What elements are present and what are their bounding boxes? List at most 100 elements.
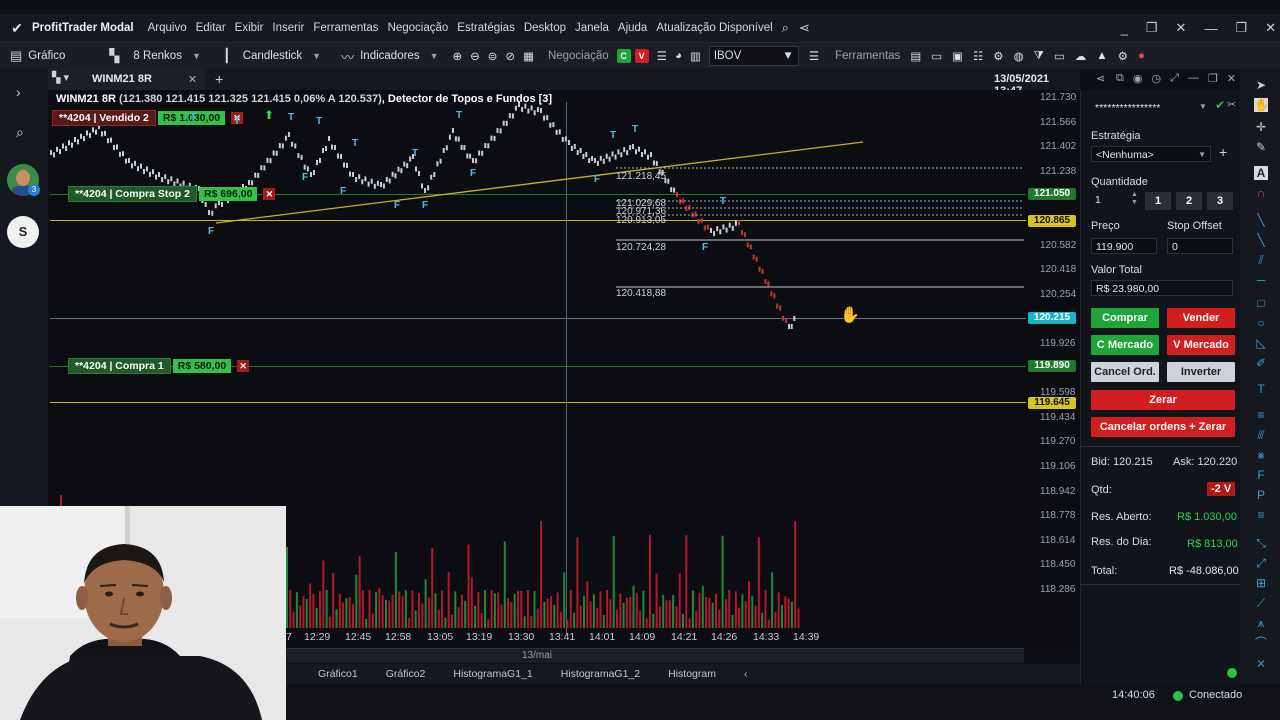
popout-icon[interactable]: ⧉ bbox=[1116, 72, 1124, 85]
fibo-projection-icon[interactable]: P bbox=[1254, 488, 1268, 502]
stepper-icon[interactable]: ▲ ▼ bbox=[1131, 191, 1138, 207]
fibo-extension-icon[interactable]: F bbox=[1254, 468, 1268, 482]
menu-janela[interactable]: Janela bbox=[575, 22, 609, 34]
fibo-fan-icon[interactable]: ⫻ bbox=[1254, 428, 1268, 442]
s-button[interactable]: S bbox=[7, 216, 39, 248]
range-icon[interactable]: ⤢ bbox=[1254, 556, 1268, 570]
menu-desktop[interactable]: Desktop bbox=[524, 22, 566, 34]
cancel-ord-button[interactable]: Cancel Ord. bbox=[1091, 362, 1159, 382]
zerar-button[interactable]: Zerar bbox=[1091, 390, 1235, 410]
price-input[interactable]: 119.900 bbox=[1091, 238, 1157, 254]
measure-icon[interactable]: ⤡ bbox=[1254, 536, 1268, 550]
expand-tab-icon[interactable]: ⤢ bbox=[1170, 72, 1179, 85]
vender-button[interactable]: Vender bbox=[1167, 308, 1235, 328]
triangle-tool-icon[interactable]: ◺ bbox=[1254, 336, 1268, 350]
order-compra-stop-2-close-icon[interactable]: ✕ bbox=[263, 188, 276, 200]
qty-preset-2[interactable]: 2 bbox=[1176, 192, 1202, 210]
close-tab-icon[interactable]: ✕ bbox=[1227, 72, 1236, 85]
table-icon[interactable]: ▤ bbox=[910, 49, 921, 63]
search-icon[interactable]: ⌕ bbox=[782, 20, 789, 36]
tab-winm21[interactable]: WINM21 8R ✕ bbox=[48, 68, 206, 90]
minimize-tab-icon[interactable]: — bbox=[1188, 72, 1199, 85]
list-icon[interactable]: ☰ bbox=[657, 49, 667, 63]
restore-inner-icon[interactable]: ❐ bbox=[1146, 20, 1158, 36]
menu-editar[interactable]: Editar bbox=[196, 22, 226, 34]
tab-histograma-3[interactable]: Histogram bbox=[668, 668, 716, 680]
restore-icon[interactable]: ❐ bbox=[1235, 20, 1247, 36]
pie-icon[interactable]: ◕ bbox=[675, 50, 682, 62]
tab-grafico2[interactable]: Gráfico2 bbox=[386, 668, 426, 680]
globe-icon[interactable]: ◍ bbox=[1014, 49, 1024, 63]
grid-icon[interactable]: ▦ bbox=[523, 49, 534, 63]
order-vendido-2[interactable]: **4204 | Vendido 2 R$ 1.030,00 ✕ bbox=[52, 110, 244, 126]
line-tool-icon[interactable]: ╲ bbox=[1254, 213, 1268, 227]
ladder-icon[interactable]: ☷ bbox=[973, 49, 983, 63]
qty-preset-3[interactable]: 3 bbox=[1207, 192, 1233, 210]
pen-icon[interactable]: ✎ bbox=[1254, 140, 1268, 154]
gann-icon[interactable]: ⨯ bbox=[1254, 656, 1268, 670]
graduation-icon[interactable]: ▲ bbox=[1096, 50, 1107, 62]
inverter-button[interactable]: Inverter bbox=[1167, 362, 1235, 382]
text-tool-icon[interactable]: A bbox=[1254, 166, 1268, 180]
cloud-icon[interactable]: ☁ bbox=[1075, 49, 1087, 63]
zoom-fit-icon[interactable]: ⊜ bbox=[488, 49, 498, 63]
zoom-in-icon[interactable]: ⊕ bbox=[453, 49, 463, 63]
pitchfork-icon[interactable]: ⩚ bbox=[1254, 616, 1268, 630]
menu-arquivo[interactable]: Arquivo bbox=[148, 22, 187, 34]
qty-preset-1[interactable]: 1 bbox=[1145, 192, 1171, 210]
filter-icon[interactable]: ⧩ bbox=[1034, 50, 1044, 63]
minimize-icon[interactable]: — bbox=[1204, 21, 1217, 36]
andrews-icon[interactable]: ≡ bbox=[1254, 508, 1268, 522]
order-compra-1-close-icon[interactable]: ✕ bbox=[237, 360, 250, 372]
menu-exibir[interactable]: Exibir bbox=[235, 22, 264, 34]
restore-tab-icon[interactable]: ❐ bbox=[1208, 72, 1218, 85]
settings-alt-icon[interactable]: ⚙ bbox=[993, 49, 1003, 63]
crosshair-icon[interactable]: ✛ bbox=[1254, 120, 1268, 134]
grafico-button[interactable]: ▤ Gráfico bbox=[10, 48, 65, 64]
add-strategy-icon[interactable]: + bbox=[1219, 144, 1227, 160]
expand-icon[interactable]: › bbox=[16, 84, 21, 100]
channel-tool-icon[interactable]: ⫽ bbox=[1254, 253, 1268, 267]
buy-quick-button[interactable]: C bbox=[616, 49, 631, 63]
sell-quick-button[interactable]: V bbox=[634, 49, 649, 63]
order-compra-stop-2[interactable]: **4204 | Compra Stop 2 R$ 696,00 ✕ bbox=[68, 186, 276, 202]
zoom-out-icon[interactable]: ⊖ bbox=[470, 49, 480, 63]
symbol-select[interactable]: IBOV ▼ bbox=[708, 46, 799, 66]
strategy-select[interactable]: <Nenhuma> ▼ bbox=[1091, 146, 1211, 162]
share-icon[interactable]: ⋖ bbox=[799, 20, 810, 36]
zoom-range-icon[interactable]: ⊘ bbox=[505, 49, 515, 63]
v-mercado-button[interactable]: V Mercado bbox=[1167, 335, 1235, 355]
hline-tool-icon[interactable]: ─ bbox=[1254, 273, 1268, 287]
pointer-icon[interactable]: ➤ bbox=[1254, 78, 1268, 92]
menu-estrategias[interactable]: Estratégias bbox=[457, 22, 515, 34]
arc-icon[interactable]: ⌒ bbox=[1254, 636, 1268, 650]
tools-icon[interactable]: ✂ bbox=[1227, 98, 1236, 111]
close-icon[interactable]: ✕ bbox=[1265, 20, 1276, 36]
cancelar-zerar-button[interactable]: Cancelar ordens + Zerar bbox=[1091, 417, 1235, 437]
fibo-retracement-icon[interactable]: ≡ bbox=[1254, 408, 1268, 422]
tab-histograma-1[interactable]: HistogramaG1_1 bbox=[453, 668, 532, 680]
history-icon[interactable]: ◷ bbox=[1151, 72, 1161, 85]
chevron-left-icon[interactable]: ‹ bbox=[744, 668, 748, 680]
chart-layout-icon[interactable]: ▚ ▾ bbox=[52, 71, 69, 84]
eye-icon[interactable]: ◉ bbox=[1133, 72, 1143, 85]
tab-histograma-2[interactable]: HistogramaG1_2 bbox=[561, 668, 640, 680]
account-select[interactable]: **************** bbox=[1091, 100, 1203, 116]
share-tab-icon[interactable]: ⋖ bbox=[1096, 72, 1105, 85]
tab-close-icon[interactable]: ✕ bbox=[188, 73, 197, 86]
indicadores-select[interactable]: 〰 Indicadores ▼ bbox=[341, 47, 438, 66]
menu-inserir[interactable]: Inserir bbox=[272, 22, 304, 34]
hand-tool-icon[interactable]: ✋ bbox=[1254, 98, 1269, 112]
monitor-icon[interactable]: ▭ bbox=[1054, 49, 1065, 63]
horizontal-scrollbar[interactable]: 13/mai bbox=[284, 648, 1024, 663]
projection-icon[interactable]: ⊞ bbox=[1254, 576, 1268, 590]
candlestick-select[interactable]: ┃ Candlestick ▼ bbox=[223, 48, 321, 64]
menu-ferramentas[interactable]: Ferramentas bbox=[313, 22, 378, 34]
search-rail-icon[interactable]: ⌕ bbox=[16, 124, 24, 141]
ray-tool-icon[interactable]: ╲ bbox=[1254, 233, 1268, 247]
menu-atualizacao[interactable]: Atualização Disponível bbox=[656, 22, 772, 34]
book-icon[interactable]: ▭ bbox=[931, 49, 942, 63]
tab-grafico1[interactable]: Gráfico1 bbox=[318, 668, 358, 680]
order-compra-1[interactable]: **4204 | Compra 1 R$ 580,00 ✕ bbox=[68, 358, 250, 374]
calendar-icon[interactable]: ▣ bbox=[952, 49, 963, 63]
